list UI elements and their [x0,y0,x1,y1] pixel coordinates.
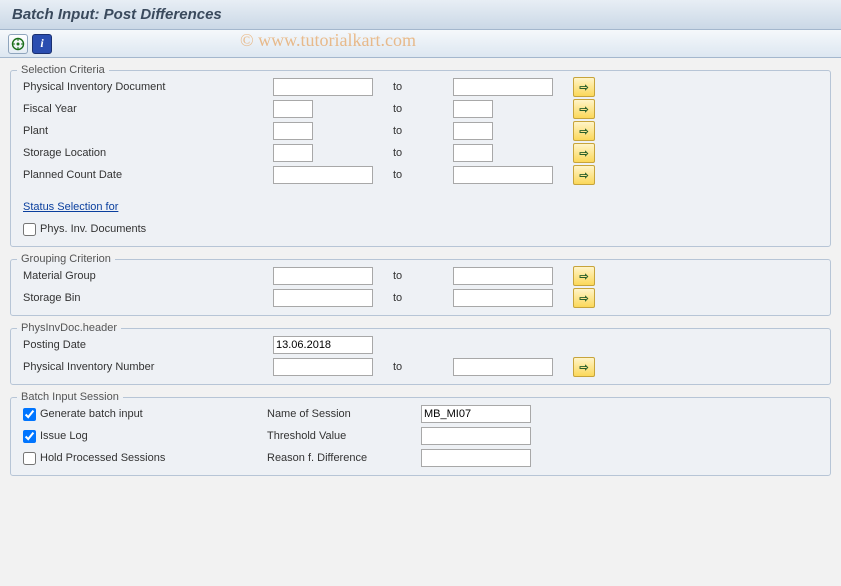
grouping-criterion-group: Grouping Criterion Material Group to ⇨ S… [10,253,831,316]
grouping-criterion-legend: Grouping Criterion [17,253,115,265]
phys-inv-number-from[interactable] [273,358,373,376]
fiscal-year-to[interactable] [453,100,493,118]
plant-multi-icon[interactable]: ⇨ [573,121,595,141]
to-label: to [393,125,453,137]
reason-difference-input[interactable] [421,449,531,467]
execute-icon[interactable] [8,34,28,54]
planned-date-from[interactable] [273,166,373,184]
storage-bin-from[interactable] [273,289,373,307]
content-area: Selection Criteria Physical Inventory Do… [0,58,841,492]
phys-inv-number-to[interactable] [453,358,553,376]
generate-batch-label: Generate batch input [40,408,143,420]
status-selection-link[interactable]: Status Selection for [23,201,118,213]
plant-to[interactable] [453,122,493,140]
generate-batch-checkbox[interactable] [23,408,36,421]
issue-log-checkbox[interactable] [23,430,36,443]
to-label: to [393,292,453,304]
posting-date-label: Posting Date [23,339,273,351]
planned-date-to[interactable] [453,166,553,184]
phys-inv-number-multi-icon[interactable]: ⇨ [573,357,595,377]
phys-inv-documents-label: Phys. Inv. Documents [40,223,146,235]
selection-criteria-group: Selection Criteria Physical Inventory Do… [10,64,831,247]
storage-bin-label: Storage Bin [23,292,273,304]
plant-label: Plant [23,125,273,137]
hold-processed-label: Hold Processed Sessions [40,452,165,464]
hold-processed-checkbox[interactable] [23,452,36,465]
to-label: to [393,103,453,115]
to-label: to [393,169,453,181]
name-of-session-input[interactable] [421,405,531,423]
phys-inv-doc-from[interactable] [273,78,373,96]
planned-date-label: Planned Count Date [23,169,273,181]
to-label: to [393,147,453,159]
phys-inv-doc-to[interactable] [453,78,553,96]
name-of-session-label: Name of Session [267,408,417,420]
info-icon[interactable]: i [32,34,52,54]
storage-bin-multi-icon[interactable]: ⇨ [573,288,595,308]
posting-date-input[interactable] [273,336,373,354]
toolbar: i [0,30,841,58]
phys-inv-doc-multi-icon[interactable]: ⇨ [573,77,595,97]
phys-inv-documents-checkbox[interactable] [23,223,36,236]
fiscal-year-label: Fiscal Year [23,103,273,115]
material-group-label: Material Group [23,270,273,282]
batch-input-session-group: Batch Input Session Generate batch input… [10,391,831,476]
phys-inv-doc-label: Physical Inventory Document [23,81,273,93]
phys-inv-doc-header-group: PhysInvDoc.header Posting Date Physical … [10,322,831,385]
issue-log-label: Issue Log [40,430,88,442]
storage-loc-label: Storage Location [23,147,273,159]
phys-inv-doc-header-legend: PhysInvDoc.header [17,322,121,334]
selection-criteria-legend: Selection Criteria [17,64,109,76]
material-group-to[interactable] [453,267,553,285]
batch-input-session-legend: Batch Input Session [17,391,123,403]
reason-difference-label: Reason f. Difference [267,452,417,464]
storage-loc-to[interactable] [453,144,493,162]
storage-loc-from[interactable] [273,144,313,162]
storage-loc-multi-icon[interactable]: ⇨ [573,143,595,163]
to-label: to [393,81,453,93]
fiscal-year-multi-icon[interactable]: ⇨ [573,99,595,119]
storage-bin-to[interactable] [453,289,553,307]
threshold-value-label: Threshold Value [267,430,417,442]
material-group-from[interactable] [273,267,373,285]
fiscal-year-from[interactable] [273,100,313,118]
to-label: to [393,361,453,373]
phys-inv-number-label: Physical Inventory Number [23,361,273,373]
to-label: to [393,270,453,282]
page-title: Batch Input: Post Differences [0,0,841,30]
threshold-value-input[interactable] [421,427,531,445]
plant-from[interactable] [273,122,313,140]
material-group-multi-icon[interactable]: ⇨ [573,266,595,286]
planned-date-multi-icon[interactable]: ⇨ [573,165,595,185]
